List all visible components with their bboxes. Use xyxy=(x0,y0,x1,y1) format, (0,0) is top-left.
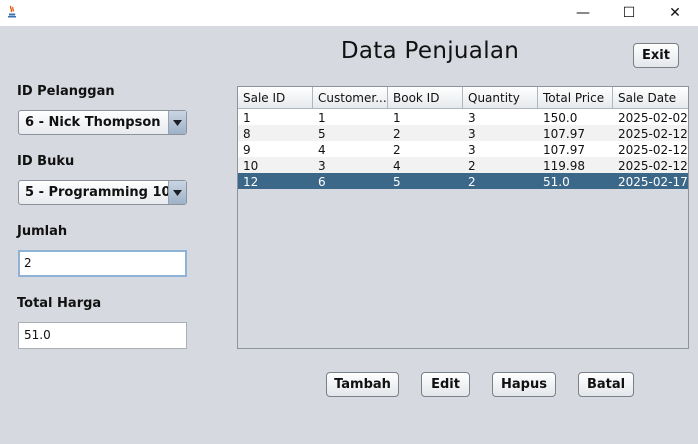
page-title: Data Penjualan xyxy=(340,38,520,64)
table-cell: 9 xyxy=(243,143,251,157)
chevron-down-icon[interactable] xyxy=(168,181,186,204)
customer-select-value: 6 - Nick Thompson xyxy=(25,115,161,130)
column-header-sale-id[interactable]: Sale ID xyxy=(238,87,313,108)
table-cell: 2025-02-12 xyxy=(618,143,688,157)
column-header-total-price[interactable]: Total Price xyxy=(538,87,613,108)
table-row[interactable]: 1 1 1 3 150.0 2025-02-02 xyxy=(238,109,688,125)
quantity-input[interactable]: 2 xyxy=(18,250,187,277)
add-button[interactable]: Tambah xyxy=(326,372,399,397)
table-row[interactable]: 9 4 2 3 107.97 2025-02-12 xyxy=(238,141,688,157)
customer-id-label: ID Pelanggan xyxy=(17,84,115,99)
minimize-button[interactable]: — xyxy=(560,0,606,26)
book-select[interactable]: 5 - Programming 101 xyxy=(18,180,187,205)
table-cell: 3 xyxy=(468,111,476,125)
close-icon: ✕ xyxy=(669,5,681,21)
maximize-button[interactable]: ☐ xyxy=(606,0,652,26)
column-header-customer-id[interactable]: Customer... xyxy=(313,87,388,108)
table-cell: 2025-02-12 xyxy=(618,127,688,141)
table-cell: 4 xyxy=(393,159,401,173)
column-header-sale-date[interactable]: Sale Date xyxy=(613,87,688,108)
table-cell: 5 xyxy=(393,175,401,189)
table-cell: 2025-02-12 xyxy=(618,159,688,173)
table-cell: 150.0 xyxy=(543,111,578,125)
table-cell: 8 xyxy=(243,127,251,141)
table-cell: 119.98 xyxy=(543,159,585,173)
table-cell: 51.0 xyxy=(543,175,570,189)
book-id-label: ID Buku xyxy=(17,154,75,169)
column-header-book-id[interactable]: Book ID xyxy=(388,87,463,108)
table-cell: 3 xyxy=(468,127,476,141)
title-bar: — ☐ ✕ xyxy=(0,0,698,26)
column-header-quantity[interactable]: Quantity xyxy=(463,87,538,108)
table-cell: 2 xyxy=(393,143,401,157)
close-button[interactable]: ✕ xyxy=(652,0,698,26)
exit-button[interactable]: Exit xyxy=(633,43,679,68)
table-cell: 2 xyxy=(468,175,476,189)
maximize-icon: ☐ xyxy=(622,5,636,21)
table-cell: 3 xyxy=(318,159,326,173)
table-cell: 107.97 xyxy=(543,127,585,141)
table-row[interactable]: 10 3 4 2 119.98 2025-02-12 xyxy=(238,157,688,173)
table-cell: 1 xyxy=(243,111,251,125)
customer-select[interactable]: 6 - Nick Thompson xyxy=(18,110,187,135)
minimize-icon: — xyxy=(576,5,590,21)
table-cell: 2 xyxy=(468,159,476,173)
edit-button[interactable]: Edit xyxy=(421,372,470,397)
table-cell: 107.97 xyxy=(543,143,585,157)
book-select-value: 5 - Programming 101 xyxy=(25,185,180,200)
table-cell: 4 xyxy=(318,143,326,157)
chevron-down-icon[interactable] xyxy=(168,111,186,134)
table-cell: 1 xyxy=(318,111,326,125)
total-price-field[interactable]: 51.0 xyxy=(18,322,187,349)
cancel-button[interactable]: Batal xyxy=(578,372,634,397)
table-row-selected[interactable]: 12 6 5 2 51.0 2025-02-17 xyxy=(238,173,688,189)
table-row[interactable]: 8 5 2 3 107.97 2025-02-12 xyxy=(238,125,688,141)
table-cell: 2025-02-02 xyxy=(618,111,688,125)
delete-button[interactable]: Hapus xyxy=(492,372,556,397)
table-cell: 3 xyxy=(468,143,476,157)
table-cell: 1 xyxy=(393,111,401,125)
quantity-label: Jumlah xyxy=(17,224,68,239)
java-app-icon xyxy=(5,5,19,19)
table-header: Sale ID Customer... Book ID Quantity Tot… xyxy=(238,87,688,109)
table-cell: 2 xyxy=(393,127,401,141)
table-cell: 10 xyxy=(243,159,259,173)
sales-table[interactable]: Sale ID Customer... Book ID Quantity Tot… xyxy=(237,86,689,349)
total-price-label: Total Harga xyxy=(17,296,102,311)
table-cell: 12 xyxy=(243,175,259,189)
table-cell: 2025-02-17 xyxy=(618,175,688,189)
table-cell: 6 xyxy=(318,175,326,189)
table-cell: 5 xyxy=(318,127,326,141)
main-panel: Data Penjualan Exit ID Pelanggan 6 - Nic… xyxy=(0,26,698,444)
